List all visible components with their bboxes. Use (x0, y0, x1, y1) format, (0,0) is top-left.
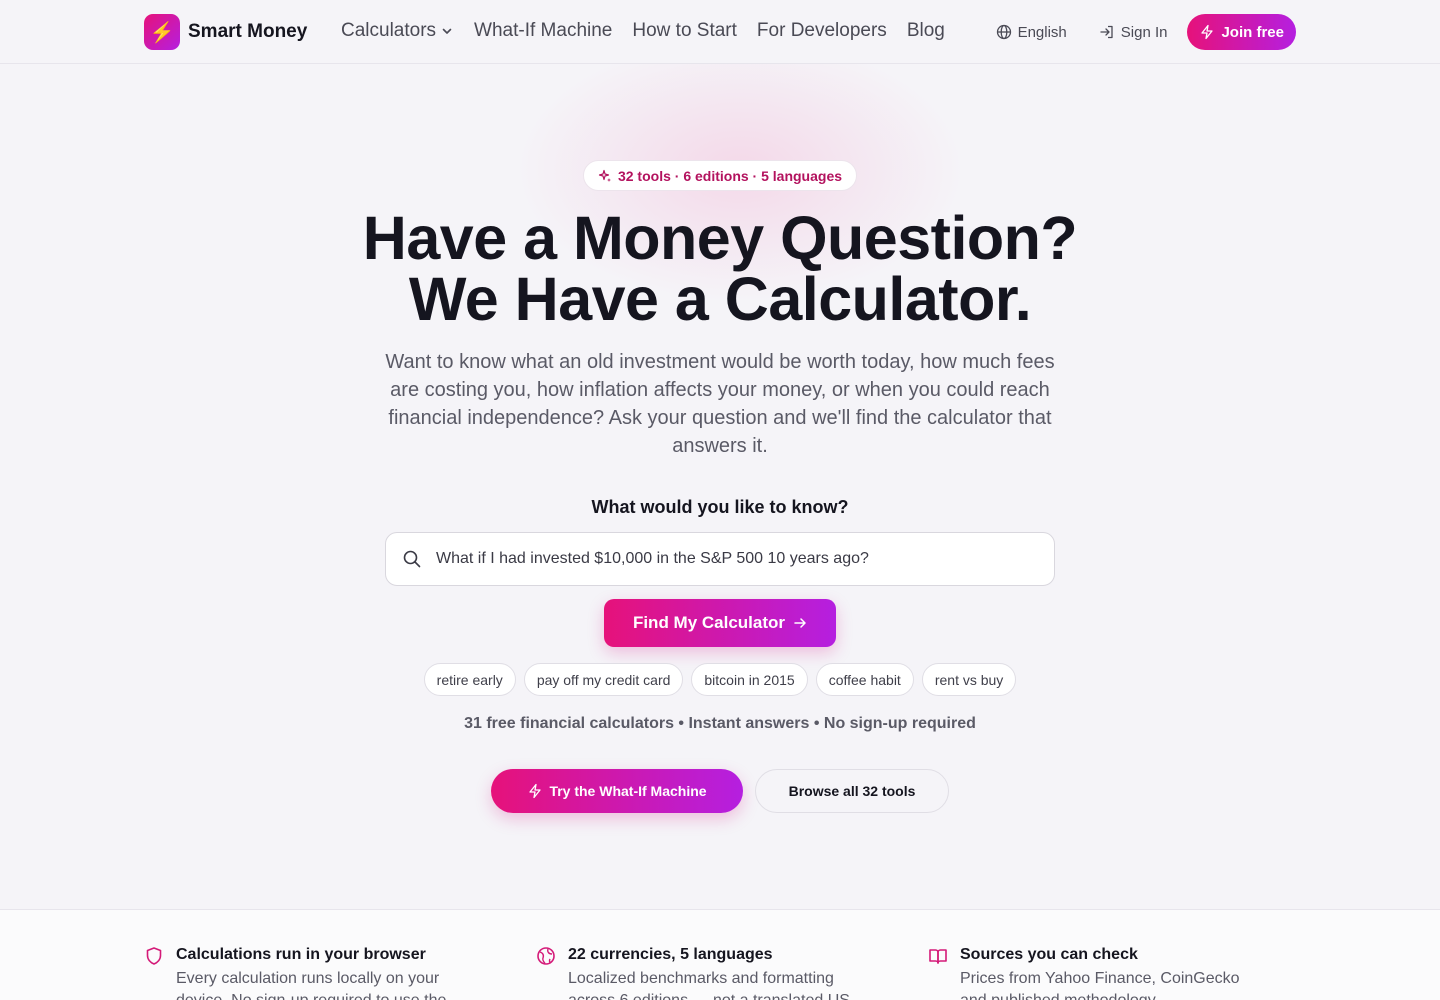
chip-coffee-habit[interactable]: coffee habit (815, 663, 914, 696)
feature-browser: Calculations run in your browser Every c… (144, 944, 484, 1000)
sparkles-icon (598, 169, 611, 182)
feature-title: Calculations run in your browser (176, 946, 426, 963)
feature-currencies: 22 currencies, 5 languages Localized ben… (536, 944, 876, 1000)
nav-blog[interactable]: Blog (907, 20, 945, 42)
chip-rent-vs-buy[interactable]: rent vs buy (921, 663, 1017, 696)
feature-sources: Sources you can check Prices from Yahoo … (928, 944, 1268, 1000)
sign-in-label: Sign In (1120, 23, 1168, 41)
suggestion-chips: retire early pay off my credit card bitc… (0, 663, 1440, 696)
arrow-right-icon (794, 618, 806, 628)
chevron-down-icon (442, 28, 452, 34)
sign-in-link[interactable]: Sign In (1099, 23, 1168, 41)
language-label: English (1017, 23, 1067, 41)
chip-pay-off-credit-card[interactable]: pay off my credit card (523, 663, 684, 696)
search-input[interactable] (436, 550, 1026, 568)
find-calculator-button[interactable]: Find My Calculator (604, 599, 836, 647)
tools-badge-label: 32 tools · 6 editions · 5 languages (617, 167, 843, 184)
tools-badge: 32 tools · 6 editions · 5 languages (583, 160, 857, 191)
browse-tools-button[interactable]: Browse all 32 tools (755, 769, 949, 813)
feature-title: Sources you can check (960, 946, 1138, 963)
nav-how-to-start[interactable]: How to Start (632, 20, 737, 42)
globe-icon (996, 24, 1011, 40)
lightning-icon (529, 783, 542, 799)
feature-description: Prices from Yahoo Finance, CoinGecko and… (960, 970, 1240, 1000)
headline-line-2: We Have a Calculator. (408, 265, 1032, 333)
find-calculator-label: Find My Calculator (632, 613, 786, 632)
join-free-label: Join free (1221, 23, 1284, 41)
nav-actions: English Sign In Join free (996, 14, 1296, 50)
feature-description: Every calculation runs locally on your d… (176, 970, 446, 1000)
shield-icon (146, 947, 162, 965)
search-icon (403, 550, 421, 568)
nav-for-developers[interactable]: For Developers (757, 20, 887, 42)
chip-retire-early[interactable]: retire early (423, 663, 516, 696)
nav-calculators-label: Calculators (341, 20, 437, 41)
feature-title: 22 currencies, 5 languages (568, 946, 773, 963)
language-selector[interactable]: English (996, 24, 1067, 41)
hero-headline: Have a Money Question? We Have a Calcula… (0, 208, 1440, 330)
top-nav: ⚡ Smart Money Calculators What-If Machin… (0, 0, 1440, 64)
try-what-if-button[interactable]: Try the What-If Machine (491, 769, 743, 813)
nav-links: Calculators What-If Machine How to Start… (341, 20, 945, 42)
feature-description: Localized benchmarks and formatting acro… (568, 970, 850, 1000)
nav-calculators[interactable]: Calculators (341, 20, 454, 42)
search-question: What would you like to know? (591, 497, 849, 517)
logo[interactable]: ⚡ Smart Money (144, 14, 307, 50)
features-section: Calculations run in your browser Every c… (0, 909, 1440, 1000)
headline-line-1: Have a Money Question? (362, 204, 1078, 272)
cta-row: Try the What-If Machine Browse all 32 to… (491, 769, 949, 813)
sign-in-icon (1100, 25, 1113, 39)
join-free-button[interactable]: Join free (1187, 14, 1296, 50)
search-box (385, 532, 1055, 586)
features-summary: 31 free financial calculators • Instant … (464, 715, 976, 732)
lightning-icon (1201, 24, 1214, 40)
book-icon (929, 949, 947, 964)
chip-bitcoin-2015[interactable]: bitcoin in 2015 (691, 663, 808, 696)
brand-name: Smart Money (188, 21, 308, 42)
globe-icon (537, 947, 555, 965)
nav-what-if-machine[interactable]: What-If Machine (474, 20, 612, 42)
lightning-logo-icon: ⚡ (144, 14, 180, 50)
try-what-if-label: Try the What-If Machine (549, 783, 707, 799)
hero-subtext: Want to know what an old investment woul… (385, 351, 1055, 457)
